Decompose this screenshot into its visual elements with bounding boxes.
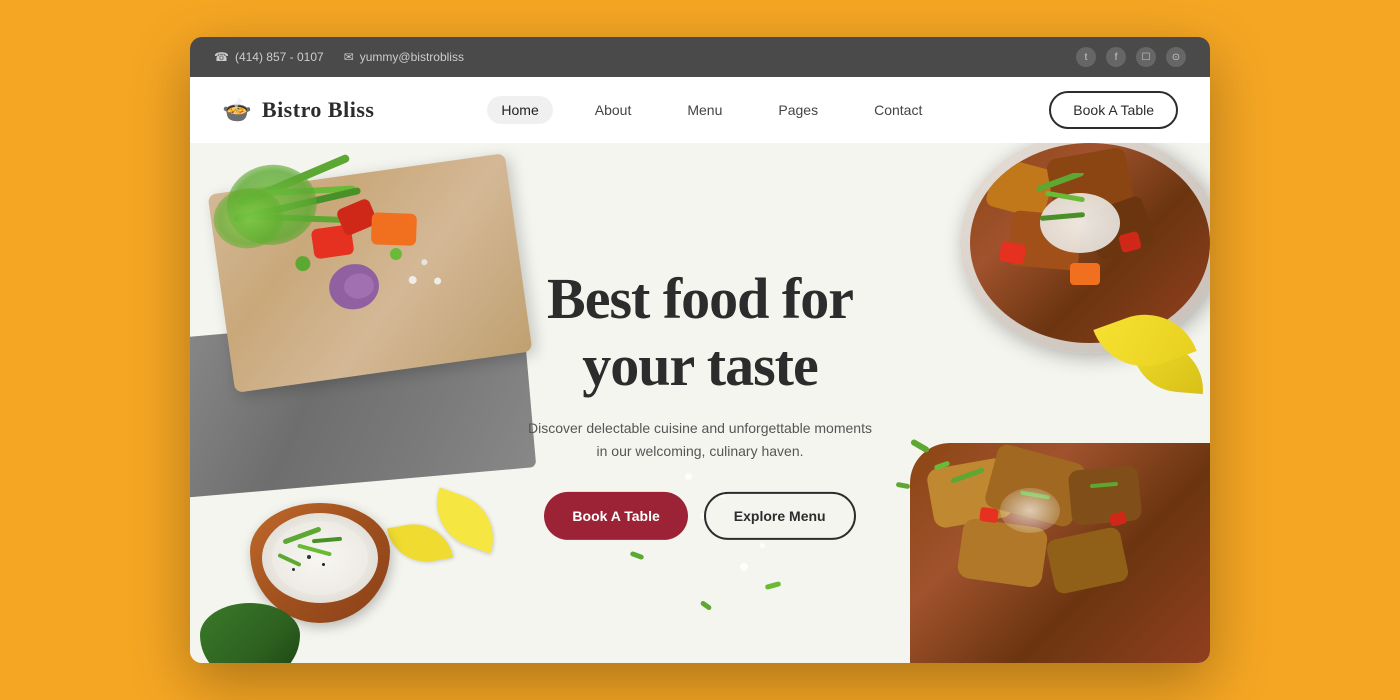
email-info: ✉ yummy@bistrobliss — [344, 50, 464, 64]
top-bar-left: ☎ (414) 857 - 0107 ✉ yummy@bistrobliss — [214, 50, 464, 64]
explore-menu-button[interactable]: Explore Menu — [704, 492, 856, 540]
twitter-icon[interactable]: t — [1076, 47, 1096, 67]
nav: Home About Menu Pages Contact — [487, 96, 936, 124]
email-address: yummy@bistrobliss — [360, 50, 464, 64]
phone-icon: ☎ — [214, 50, 229, 64]
github-icon[interactable]: ⊙ — [1166, 47, 1186, 67]
facebook-icon[interactable]: f — [1106, 47, 1126, 67]
nav-item-about[interactable]: About — [581, 96, 646, 124]
hero-subtitle: Discover delectable cuisine and unforget… — [490, 417, 910, 462]
hero-content: Best food for your taste Discover delect… — [490, 266, 910, 540]
nav-item-pages[interactable]: Pages — [764, 96, 832, 124]
phone-info: ☎ (414) 857 - 0107 — [214, 50, 324, 64]
email-icon: ✉ — [344, 50, 354, 64]
hero-buttons: Book A Table Explore Menu — [490, 492, 910, 540]
bowl-main-food — [970, 143, 1210, 343]
instagram-icon[interactable]: ☐ — [1136, 47, 1156, 67]
header: 🍲 Bistro Bliss Home About Menu Pages Con… — [190, 77, 1210, 143]
hero-section: Best food for your taste Discover delect… — [190, 143, 1210, 663]
logo-text: Bistro Bliss — [262, 97, 375, 123]
phone-number: (414) 857 - 0107 — [235, 50, 324, 64]
book-table-button[interactable]: Book A Table — [544, 492, 687, 540]
logo: 🍲 Bistro Bliss — [222, 96, 374, 125]
nav-item-menu[interactable]: Menu — [673, 96, 736, 124]
social-icons: t f ☐ ⊙ — [1076, 47, 1186, 67]
browser-window: ☎ (414) 857 - 0107 ✉ yummy@bistrobliss t… — [190, 37, 1210, 663]
nav-item-home[interactable]: Home — [487, 96, 552, 124]
nav-item-contact[interactable]: Contact — [860, 96, 936, 124]
top-bar: ☎ (414) 857 - 0107 ✉ yummy@bistrobliss t… — [190, 37, 1210, 77]
book-table-header-button[interactable]: Book A Table — [1049, 91, 1178, 129]
hero-title: Best food for your taste — [490, 266, 910, 399]
logo-icon: 🍲 — [222, 96, 252, 125]
bowl-dip-inside — [262, 513, 378, 603]
